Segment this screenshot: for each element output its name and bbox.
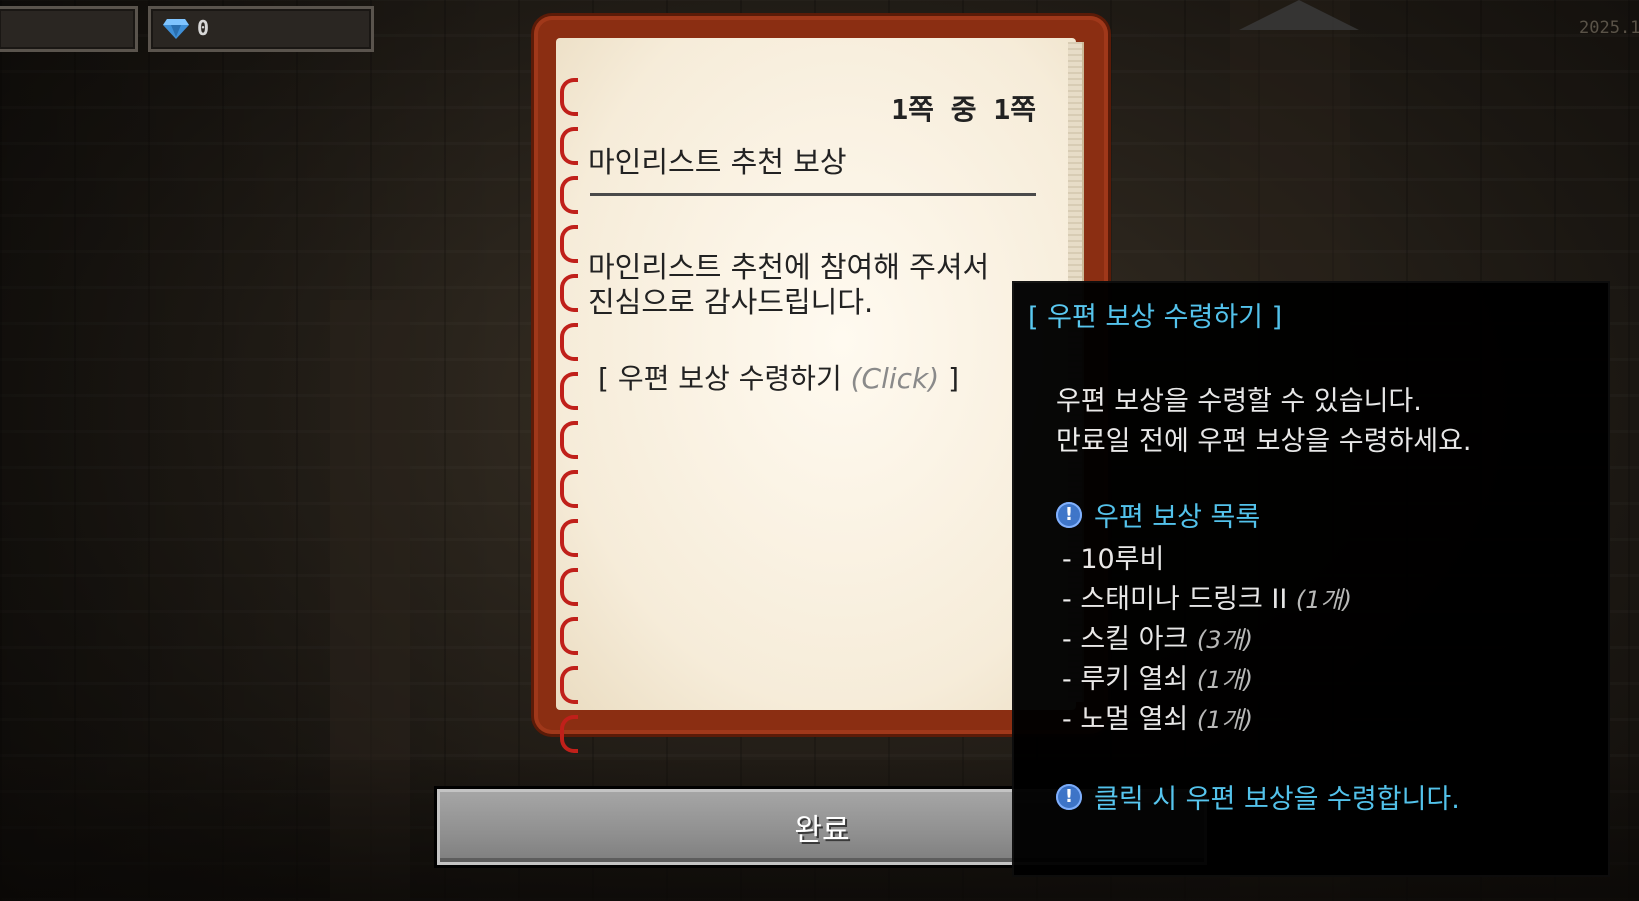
info-icon: ! [1056, 783, 1082, 810]
binding-ring [560, 715, 578, 753]
book-page: 1쪽 중 1쪽 마인리스트 추천 보상 마인리스트 추천에 참여해 주셔서 진심… [556, 38, 1084, 753]
gem-icon [163, 19, 189, 39]
reward-item-name: - 10루비 [1062, 544, 1165, 575]
binding-ring [560, 78, 578, 116]
reward-item: - 스태미나 드링크 II (1개) [1062, 577, 1352, 616]
body-line: 진심으로 감사드립니다. [588, 285, 874, 319]
background-wedge [1239, 0, 1359, 30]
tooltip-desc: 만료일 전에 우편 보상을 수령하세요. [1056, 426, 1472, 457]
claim-reward-link[interactable]: [ 우편 보상 수령하기 (Click) ] [598, 357, 959, 397]
reward-item-name: - 루키 열쇠 [1062, 664, 1197, 695]
reward-list-header: ! 우편 보상 목록 [1056, 495, 1260, 534]
binding-ring [560, 568, 578, 606]
reward-item: - 루키 열쇠 (1개) [1062, 657, 1253, 696]
reward-item-qty: (1개) [1295, 586, 1352, 614]
book-body: 마인리스트 추천에 참여해 주셔서 진심으로 감사드립니다. [588, 250, 1068, 320]
hud-slot [0, 6, 138, 52]
tooltip-title: [ 우편 보상 수령하기 ] [1028, 302, 1283, 333]
binding-ring [560, 372, 578, 410]
body-line: 마인리스트 추천에 참여해 주셔서 [588, 250, 990, 284]
gem-count: 0 [197, 16, 210, 40]
tooltip-footer-text: 클릭 시 우편 보상을 수령합니다. [1094, 784, 1460, 815]
reward-item: - 스킬 아크 (3개) [1062, 617, 1253, 656]
date-stamp: 2025.1 [1579, 18, 1639, 38]
reward-tooltip: [ 우편 보상 수령하기 ] 우편 보상을 수령할 수 있습니다. 만료일 전에… [1014, 283, 1608, 875]
binding-ring [560, 666, 578, 704]
binding-ring [560, 421, 578, 459]
reward-item-qty: (1개) [1196, 666, 1253, 694]
binding-ring [560, 176, 578, 214]
book-binding [560, 78, 580, 753]
info-icon: ! [1056, 501, 1082, 528]
click-hint: (Click) [850, 362, 940, 395]
binding-ring [560, 225, 578, 263]
reward-item-qty: (1개) [1196, 706, 1253, 734]
reward-item-name: - 노멀 열쇠 [1062, 704, 1197, 735]
binding-ring [560, 323, 578, 361]
claim-link-close: ] [939, 362, 960, 395]
binding-ring [560, 470, 578, 508]
gem-counter: 0 [148, 6, 374, 52]
reward-list-title: 우편 보상 목록 [1094, 502, 1261, 533]
page-indicator: 1쪽 중 1쪽 [891, 93, 1036, 126]
tooltip-footer: ! 클릭 시 우편 보상을 수령합니다. [1056, 777, 1460, 816]
title-divider [590, 193, 1036, 196]
reward-item-name: - 스킬 아크 [1062, 624, 1197, 655]
book-title: 마인리스트 추천 보상 [588, 145, 847, 179]
binding-ring [560, 617, 578, 655]
binding-ring [560, 519, 578, 557]
binding-ring [560, 127, 578, 165]
tooltip-desc: 우편 보상을 수령할 수 있습니다. [1056, 386, 1422, 417]
reward-item: - 10루비 [1062, 537, 1164, 576]
reward-item: - 노멀 열쇠 (1개) [1062, 697, 1253, 736]
claim-link-text: [ 우편 보상 수령하기 [598, 362, 851, 395]
done-button-label: 완료 [794, 813, 850, 848]
reward-item-qty: (3개) [1196, 626, 1253, 654]
reward-item-name: - 스태미나 드링크 II [1062, 584, 1296, 615]
binding-ring [560, 274, 578, 312]
